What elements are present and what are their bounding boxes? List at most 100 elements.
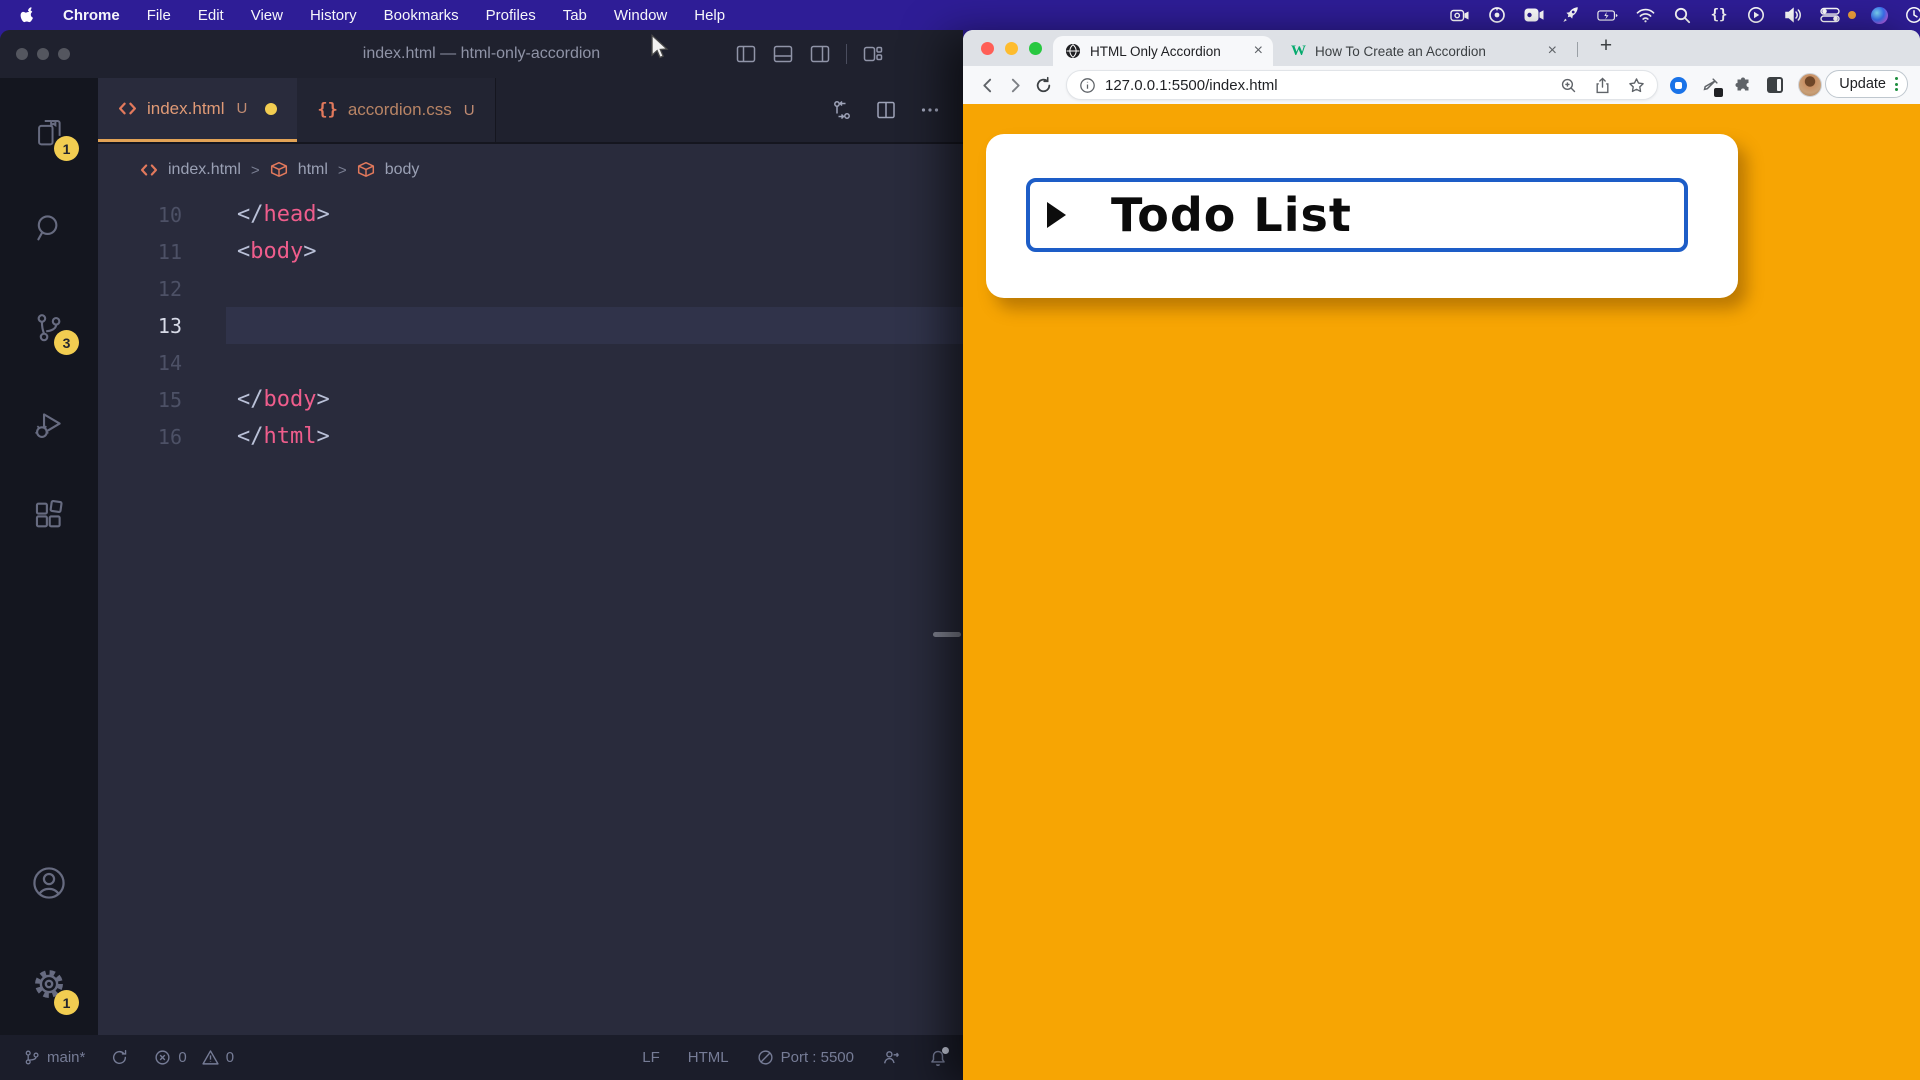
vscode-activitybar: 1 3 1	[0, 78, 98, 1035]
breadcrumb-body[interactable]: body	[385, 161, 420, 179]
extensions-icon[interactable]	[0, 498, 98, 532]
divider	[846, 44, 847, 64]
unsaved-dot-icon[interactable]	[265, 103, 277, 115]
code-line[interactable]: 15 </body>	[98, 381, 963, 418]
code-line[interactable]: 12	[98, 270, 963, 307]
spotlight-search-icon[interactable]	[1671, 4, 1693, 26]
extension-blue-icon[interactable]	[1670, 77, 1687, 94]
eol-indicator[interactable]: LF	[642, 1049, 660, 1066]
source-control-icon[interactable]	[0, 310, 98, 344]
git-branch-status[interactable]: main*	[24, 1049, 85, 1066]
breadcrumb: index.html > html > body	[98, 144, 963, 196]
accordion-summary[interactable]: Todo List	[1026, 178, 1688, 252]
chrome-toolbar: 127.0.0.1:5500/index.html	[963, 66, 1920, 104]
volume-icon[interactable]	[1782, 4, 1804, 26]
vscode-titlebar[interactable]: index.html — html-only-accordion	[0, 30, 963, 78]
video-camera-icon[interactable]	[1523, 4, 1545, 26]
forward-icon[interactable]	[1003, 73, 1027, 97]
chrome-close-button[interactable]	[981, 42, 994, 55]
html-file-icon	[118, 100, 137, 117]
chrome-update-button[interactable]: Update	[1825, 70, 1908, 98]
record-icon[interactable]	[1486, 4, 1508, 26]
git-status-flag: U	[464, 102, 475, 119]
toggle-secondary-sidebar-icon[interactable]	[809, 43, 831, 65]
chrome-tab-inactive[interactable]: W How To Create an Accordion ×	[1281, 36, 1565, 66]
menu-chrome[interactable]: Chrome	[63, 7, 120, 24]
chrome-tab-active[interactable]: HTML Only Accordion ×	[1053, 36, 1273, 66]
line-number: 12	[98, 277, 182, 301]
braces-app-icon[interactable]: {}	[1708, 4, 1730, 26]
close-icon[interactable]: ×	[1254, 43, 1263, 59]
live-server-port[interactable]: Port : 5500	[757, 1049, 854, 1066]
notifications-bell-icon[interactable]	[929, 1049, 947, 1067]
chrome-zoom-button[interactable]	[1029, 42, 1042, 55]
more-actions-icon[interactable]	[919, 99, 941, 121]
site-info-icon[interactable]	[1079, 77, 1096, 94]
accordion-title: Todo List	[1111, 188, 1352, 242]
apple-icon[interactable]	[20, 6, 36, 24]
accounts-icon[interactable]	[0, 864, 98, 902]
zoom-icon[interactable]	[1560, 77, 1577, 94]
customize-layout-icon[interactable]	[862, 43, 884, 65]
live-share-icon[interactable]	[882, 1049, 901, 1066]
menu-view[interactable]: View	[251, 7, 283, 24]
share-icon[interactable]	[1594, 77, 1611, 94]
settings-gear-icon[interactable]	[0, 966, 98, 1002]
scrollbar-handle[interactable]	[933, 632, 961, 637]
menu-history[interactable]: History	[310, 7, 357, 24]
menu-help[interactable]: Help	[694, 7, 725, 24]
explorer-icon[interactable]	[0, 116, 98, 150]
reload-icon[interactable]	[1031, 73, 1055, 97]
profile-avatar[interactable]	[1798, 73, 1822, 97]
bookmark-star-icon[interactable]	[1628, 77, 1645, 94]
wifi-icon[interactable]	[1634, 4, 1656, 26]
problems-status[interactable]: 0 0	[154, 1049, 234, 1066]
sync-icon[interactable]	[111, 1049, 128, 1066]
mouse-cursor	[648, 34, 672, 60]
menu-edit[interactable]: Edit	[198, 7, 224, 24]
toggle-sidebar-icon[interactable]	[735, 43, 757, 65]
url-text[interactable]: 127.0.0.1:5500/index.html	[1105, 77, 1560, 94]
rocket-icon[interactable]	[1560, 4, 1582, 26]
run-debug-icon[interactable]	[0, 408, 98, 442]
control-center-icon[interactable]	[1819, 4, 1841, 26]
play-circle-icon[interactable]	[1745, 4, 1767, 26]
code-line[interactable]: 10 </head>	[98, 196, 963, 233]
chrome-minimize-button[interactable]	[1005, 42, 1018, 55]
reading-mode-icon[interactable]	[1767, 77, 1783, 93]
siri-icon[interactable]	[1871, 7, 1888, 24]
screen-camera-icon[interactable]	[1449, 4, 1471, 26]
menu-file[interactable]: File	[147, 7, 171, 24]
code-line[interactable]: 14	[98, 344, 963, 381]
close-icon[interactable]: ×	[1548, 43, 1557, 59]
extensions-puzzle-icon[interactable]	[1734, 76, 1752, 94]
language-mode[interactable]: HTML	[688, 1049, 729, 1066]
error-count: 0	[178, 1049, 186, 1066]
battery-charging-icon[interactable]	[1597, 4, 1619, 26]
breadcrumb-html[interactable]: html	[298, 161, 328, 179]
code-editor[interactable]: 10 </head> 11 <body> 12 13	[98, 196, 963, 1035]
search-icon[interactable]	[0, 211, 98, 245]
code-line[interactable]: 16 </html>	[98, 418, 963, 455]
menu-tab[interactable]: Tab	[563, 7, 587, 24]
code-line-active[interactable]: 13	[98, 307, 963, 344]
toggle-panel-icon[interactable]	[772, 43, 794, 65]
menu-bookmarks[interactable]: Bookmarks	[384, 7, 459, 24]
menu-profiles[interactable]: Profiles	[486, 7, 536, 24]
cube-symbol-icon	[357, 161, 375, 179]
split-editor-icon[interactable]	[875, 99, 897, 121]
tab-index-html[interactable]: index.html U	[98, 78, 297, 142]
code-line[interactable]: 11 <body>	[98, 233, 963, 270]
open-changes-icon[interactable]	[831, 99, 853, 121]
back-icon[interactable]	[975, 73, 999, 97]
tab-label: index.html	[147, 99, 224, 119]
breadcrumb-file[interactable]: index.html	[168, 161, 241, 179]
new-tab-button[interactable]: +	[1593, 33, 1619, 59]
tab-accordion-css[interactable]: {} accordion.css U	[297, 78, 495, 142]
extension-picker-icon[interactable]	[1702, 77, 1719, 94]
line-number: 16	[98, 425, 182, 449]
address-bar[interactable]: 127.0.0.1:5500/index.html	[1066, 70, 1658, 100]
clock-icon[interactable]	[1903, 4, 1920, 26]
menu-window[interactable]: Window	[614, 7, 667, 24]
update-menu-dots-icon[interactable]	[1895, 77, 1898, 91]
